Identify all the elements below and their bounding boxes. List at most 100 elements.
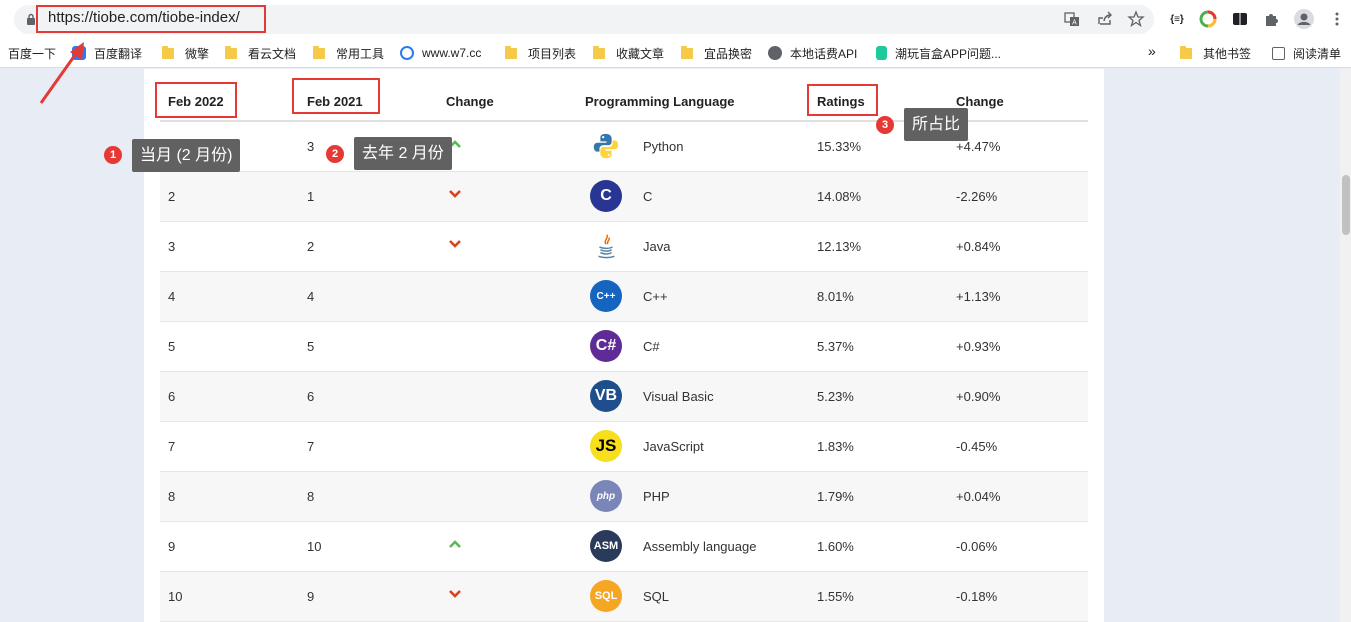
bookmark-item[interactable]: 常用工具 — [313, 44, 384, 62]
more-bookmarks-button[interactable]: » — [1148, 42, 1156, 60]
scrollbar-track[interactable] — [1340, 69, 1351, 622]
rank-current: 9 — [168, 539, 176, 554]
language-name: C# — [643, 339, 660, 354]
rank-previous: 2 — [307, 239, 315, 254]
bookmark-label: 项目列表 — [528, 46, 577, 61]
rank-current: 6 — [168, 389, 176, 404]
rating-value: 1.83% — [817, 439, 854, 454]
python-logo — [590, 130, 622, 162]
folder-icon — [313, 45, 325, 59]
other-bookmarks[interactable]: 其他书签 — [1180, 44, 1251, 62]
lock-icon — [27, 13, 35, 25]
rating-change: -0.45% — [956, 439, 998, 454]
csharp-logo: C# — [590, 330, 622, 362]
highlight-box-ratings — [807, 84, 878, 116]
rank-current: 2 — [168, 189, 176, 204]
bookmark-item[interactable]: 微擎 — [162, 44, 209, 62]
rank-previous: 4 — [307, 289, 315, 304]
rating-value: 12.13% — [817, 239, 862, 254]
vb-logo: VB — [590, 380, 622, 412]
doc-icon — [876, 46, 887, 60]
bookmark-item[interactable]: www.w7.cc — [400, 44, 481, 62]
rank-current: 7 — [168, 439, 176, 454]
rating-change: -2.26% — [956, 189, 998, 204]
language-name: C — [643, 189, 653, 204]
language-name: PHP — [643, 489, 670, 504]
annotation-arrow — [39, 42, 84, 104]
rating-change: -0.06% — [956, 539, 998, 554]
rank-previous: 10 — [307, 539, 322, 554]
highlight-box-previous — [292, 78, 380, 114]
bookmark-item[interactable]: 潮玩盲盒APP问题... — [876, 44, 1001, 62]
url-highlight-box — [36, 5, 266, 33]
puzzle-icon[interactable] — [1263, 10, 1281, 28]
asm-logo: ASM — [590, 530, 622, 562]
rank-previous: 3 — [307, 139, 315, 154]
extension-braces-icon[interactable]: {≡} — [1168, 10, 1186, 28]
table-row[interactable]: 4 4 C++ C++ 8.01% +1.13% — [160, 272, 1088, 322]
annotation-tooltip-1: 当月 (2 月份) — [132, 139, 241, 172]
menu-icon[interactable] — [1328, 10, 1346, 28]
cpp-logo: C++ — [590, 280, 622, 312]
rating-value: 5.37% — [817, 339, 854, 354]
header-change[interactable]: Change — [446, 94, 494, 109]
rating-change: +0.04% — [956, 489, 1001, 504]
rating-value: 1.55% — [817, 589, 854, 604]
bookmarks-bar: 百度一下 百度翻译 微擎 看云文档 常用工具 www.w7.cc 项目列表 收藏… — [0, 38, 1351, 68]
language-name: Java — [643, 239, 671, 254]
trend-down-icon — [449, 190, 461, 198]
profile-icon[interactable] — [1294, 9, 1314, 29]
header-change-ratings[interactable]: Change — [956, 94, 1004, 109]
rank-previous: 9 — [307, 589, 315, 604]
bookmark-item[interactable]: 本地话费API — [768, 44, 857, 62]
table-row[interactable]: 9 10 ASM Assembly language 1.60% -0.06% — [160, 522, 1088, 572]
bookmark-label: 看云文档 — [248, 46, 297, 61]
reading-list-icon — [1272, 46, 1285, 60]
table-row[interactable]: 3 2 Java 12.13% +0.84% — [160, 222, 1088, 272]
rank-current: 10 — [168, 589, 183, 604]
rating-change: +0.84% — [956, 239, 1001, 254]
bookmark-label: 阅读清单 — [1293, 46, 1342, 61]
language-name: Assembly language — [643, 539, 757, 554]
bookmark-label: 潮玩盲盒APP问题... — [895, 46, 1002, 61]
bookmark-item[interactable]: 项目列表 — [505, 44, 576, 62]
table-row[interactable]: 10 9 SQL SQL 1.55% -0.18% — [160, 572, 1088, 622]
rating-value: 8.01% — [817, 289, 854, 304]
language-name: JavaScript — [643, 439, 704, 454]
java-logo — [590, 230, 622, 262]
folder-icon — [505, 45, 517, 59]
rank-previous: 8 — [307, 489, 315, 504]
chrome-color-icon[interactable] — [1199, 10, 1217, 28]
sql-logo: SQL — [590, 580, 622, 612]
table-row[interactable]: 6 6 VB Visual Basic 5.23% +0.90% — [160, 372, 1088, 422]
bookmark-label: 其他书签 — [1203, 46, 1252, 61]
folder-icon — [225, 45, 237, 59]
annotation-badge-2: 2 — [326, 145, 344, 163]
translate-icon[interactable]: A — [1063, 10, 1081, 28]
star-icon[interactable] — [1127, 10, 1145, 28]
annotation-tooltip-2: 去年 2 月份 — [354, 137, 452, 170]
trend-down-icon — [449, 590, 461, 598]
rating-change: +1.13% — [956, 289, 1001, 304]
table-row[interactable]: 2 1 C C 14.08% -2.26% — [160, 172, 1088, 222]
annotation-badge-1: 1 — [104, 146, 122, 164]
tablet-app-icon[interactable] — [1231, 10, 1249, 28]
table-row[interactable]: 8 8 php PHP 1.79% +0.04% — [160, 472, 1088, 522]
bookmark-item[interactable]: 宜品换密 — [681, 44, 752, 62]
folder-icon — [162, 45, 174, 59]
bookmark-label: 百度翻译 — [94, 46, 143, 61]
share-icon[interactable] — [1096, 10, 1114, 28]
bookmark-item[interactable]: 收藏文章 — [593, 44, 664, 62]
table-row[interactable]: 5 5 C# C# 5.37% +0.93% — [160, 322, 1088, 372]
globe-icon — [768, 46, 782, 60]
bookmark-label: www.w7.cc — [422, 46, 482, 60]
bookmark-item[interactable]: 看云文档 — [225, 44, 296, 62]
scrollbar-thumb[interactable] — [1342, 175, 1350, 235]
table-row[interactable]: 7 7 JS JavaScript 1.83% -0.45% — [160, 422, 1088, 472]
header-language[interactable]: Programming Language — [585, 94, 735, 109]
language-name: C++ — [643, 289, 668, 304]
rank-current: 8 — [168, 489, 176, 504]
reading-list[interactable]: 阅读清单 — [1272, 44, 1341, 62]
svg-text:A: A — [1072, 20, 1077, 27]
folder-icon — [593, 45, 605, 59]
